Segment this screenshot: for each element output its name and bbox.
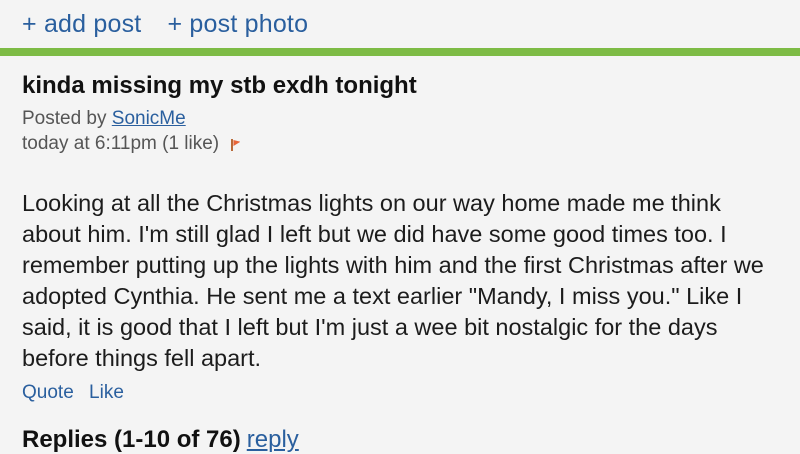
author-link[interactable]: SonicMe bbox=[112, 108, 186, 129]
post-body: Looking at all the Christmas lights on o… bbox=[22, 190, 764, 371]
post-byline: Posted by SonicMe bbox=[22, 106, 778, 131]
replies-header: Replies (1-10 of 76) reply bbox=[22, 426, 299, 454]
quote-link[interactable]: Quote bbox=[22, 382, 74, 403]
reply-link[interactable]: reply bbox=[247, 426, 299, 453]
post-title: kinda missing my stb exdh tonight bbox=[22, 72, 417, 99]
replies-count: Replies (1-10 of 76) bbox=[22, 426, 241, 453]
like-link[interactable]: Like bbox=[89, 382, 124, 403]
post-actions: Quote Like bbox=[22, 382, 778, 404]
post-timestamp-row: today at 6:11pm (1 like) bbox=[22, 131, 778, 156]
top-action-bar: + add post + post photo bbox=[0, 0, 800, 56]
post-photo-link[interactable]: + post photo bbox=[167, 10, 308, 39]
flag-icon[interactable] bbox=[230, 139, 240, 151]
posted-by-label: Posted by bbox=[22, 108, 107, 129]
post-timestamp: today at 6:11pm (1 like) bbox=[22, 133, 220, 154]
add-post-link[interactable]: + add post bbox=[22, 10, 141, 39]
post: kinda missing my stb exdh tonight Posted… bbox=[0, 56, 800, 404]
